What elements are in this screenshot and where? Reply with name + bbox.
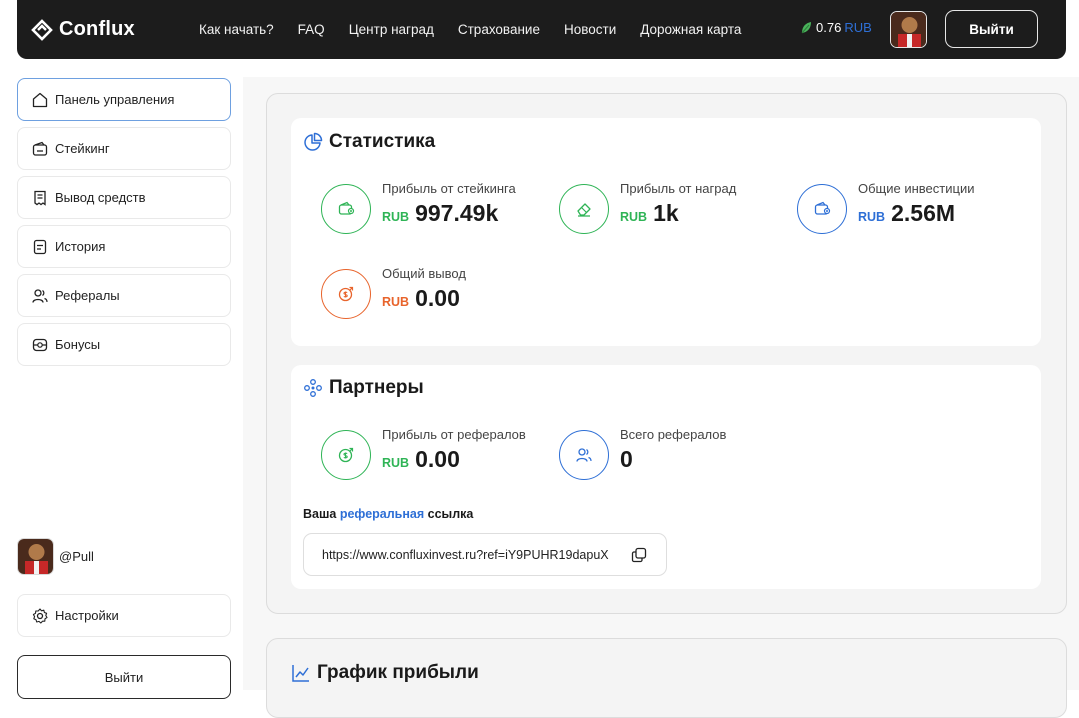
stat-referral-profit: Прибыль от рефералов RUB 0.00 (321, 427, 526, 480)
sidebar-item-label: Панель управления (55, 92, 175, 107)
sidebar-item-label: Настройки (55, 608, 119, 623)
leaf-icon (801, 21, 811, 33)
stat-icon-circle (321, 184, 371, 234)
stat-label: Прибыль от рефералов (382, 427, 526, 442)
copy-icon[interactable] (630, 546, 648, 564)
balance-display: 0.76 RUB (800, 20, 872, 35)
wallet-icon (338, 201, 355, 215)
stat-icon-circle (559, 184, 609, 234)
stat-value: 0 (620, 446, 633, 472)
balance-amount: 0.76 (816, 20, 842, 35)
caption-part: Ваша (303, 507, 337, 521)
sidebar-item-dashboard[interactable]: Панель управления (17, 78, 231, 121)
sidebar-item-label: Стейкинг (55, 141, 110, 156)
document-icon (31, 238, 49, 256)
stat-rewards-profit: Прибыль от наград RUB 1k (559, 181, 736, 234)
users-icon (31, 287, 49, 305)
main-nav: Как начать? FAQ Центр наград Страхование… (199, 22, 765, 37)
stat-label: Общий вывод (382, 266, 466, 281)
referral-link-field[interactable]: https://www.confluxinvest.ru?ref=iY9PUHR… (303, 533, 667, 576)
balance-currency: RUB (844, 20, 872, 35)
stat-value: 0.00 (415, 446, 460, 472)
sidebar-item-settings[interactable]: Настройки (17, 594, 231, 637)
stat-total-referrals: Всего рефералов 0 (559, 427, 726, 480)
avatar-image (891, 12, 926, 47)
caption-accent: реферальная (339, 507, 425, 521)
nav-how-to-start[interactable]: Как начать? (199, 22, 274, 37)
wallet-icon (31, 140, 49, 158)
wallet-icon (814, 201, 831, 215)
nav-faq[interactable]: FAQ (298, 22, 325, 37)
stat-value: 1k (653, 200, 679, 226)
nav-rewards-center[interactable]: Центр наград (349, 22, 434, 37)
partners-title: Партнеры (303, 377, 424, 399)
eraser-icon (577, 203, 591, 217)
sidebar-item-staking[interactable]: Стейкинг (17, 127, 231, 170)
sidebar-item-history[interactable]: История (17, 225, 231, 268)
stat-icon-circle (559, 430, 609, 480)
stat-icon-circle (797, 184, 847, 234)
stat-currency: RUB (620, 210, 648, 224)
profit-chart-title: График прибыли (291, 662, 479, 684)
stat-label: Всего рефералов (620, 427, 727, 442)
stat-currency: RUB (382, 295, 410, 309)
sidebar-item-withdraw[interactable]: Вывод средств (17, 176, 231, 219)
avatar-image (18, 539, 53, 574)
avatar (17, 538, 54, 575)
bonus-icon (31, 336, 49, 354)
header-logout-button[interactable]: Выйти (945, 10, 1038, 48)
section-title: Партнеры (329, 377, 424, 398)
nav-roadmap[interactable]: Дорожная карта (640, 22, 741, 37)
referral-link-caption: Ваша реферальная ссылка (303, 507, 473, 521)
sidebar-item-label: История (55, 239, 106, 254)
receipt-icon (31, 189, 49, 207)
nav-insurance[interactable]: Страхование (458, 22, 540, 37)
brand-logo[interactable]: Conflux (31, 18, 201, 41)
section-title: График прибыли (317, 662, 479, 683)
sidebar-item-bonuses[interactable]: Бонусы (17, 323, 231, 366)
pie-chart-icon (303, 132, 323, 152)
gear-icon (31, 607, 49, 625)
coin-out-icon (338, 447, 354, 463)
stat-value: 997.49k (415, 200, 499, 226)
sidebar-item-label: Рефералы (55, 288, 120, 303)
username: @Pull (59, 549, 94, 564)
section-title: Статистика (329, 131, 436, 152)
stat-total-investments: Общие инвестиции RUB 2.56M (797, 181, 974, 234)
caption-part: ссылка (427, 507, 474, 521)
brand-name: Conflux (59, 18, 135, 40)
stat-label: Прибыль от наград (620, 181, 737, 196)
stat-value: 0.00 (415, 285, 460, 311)
sidebar-logout-button[interactable]: Выйти (17, 655, 231, 699)
stat-staking-profit: Прибыль от стейкинга RUB 997.49k (321, 181, 516, 234)
header-avatar[interactable] (890, 11, 927, 48)
line-chart-icon (291, 663, 311, 683)
referral-link-text[interactable]: https://www.confluxinvest.ru?ref=iY9PUHR… (322, 548, 622, 562)
sidebar-item-referrals[interactable]: Рефералы (17, 274, 231, 317)
home-icon (31, 91, 49, 109)
stat-currency: RUB (858, 210, 886, 224)
coin-out-icon (338, 286, 354, 302)
user-profile[interactable]: @Pull (17, 538, 94, 575)
network-icon (303, 378, 323, 398)
stat-icon-circle (321, 430, 371, 480)
stat-label: Общие инвестиции (858, 181, 975, 196)
users-icon (576, 448, 592, 462)
stat-total-withdrawal: Общий вывод RUB 0.00 (321, 266, 466, 319)
sidebar-item-label: Бонусы (55, 337, 101, 352)
stat-icon-circle (321, 269, 371, 319)
conflux-logo-icon (31, 18, 53, 41)
stat-currency: RUB (382, 210, 410, 224)
statistics-title: Статистика (303, 131, 435, 153)
nav-news[interactable]: Новости (564, 22, 616, 37)
stat-label: Прибыль от стейкинга (382, 181, 516, 196)
sidebar-item-label: Вывод средств (55, 190, 146, 205)
stat-currency: RUB (382, 456, 410, 470)
stat-value: 2.56M (891, 200, 956, 226)
